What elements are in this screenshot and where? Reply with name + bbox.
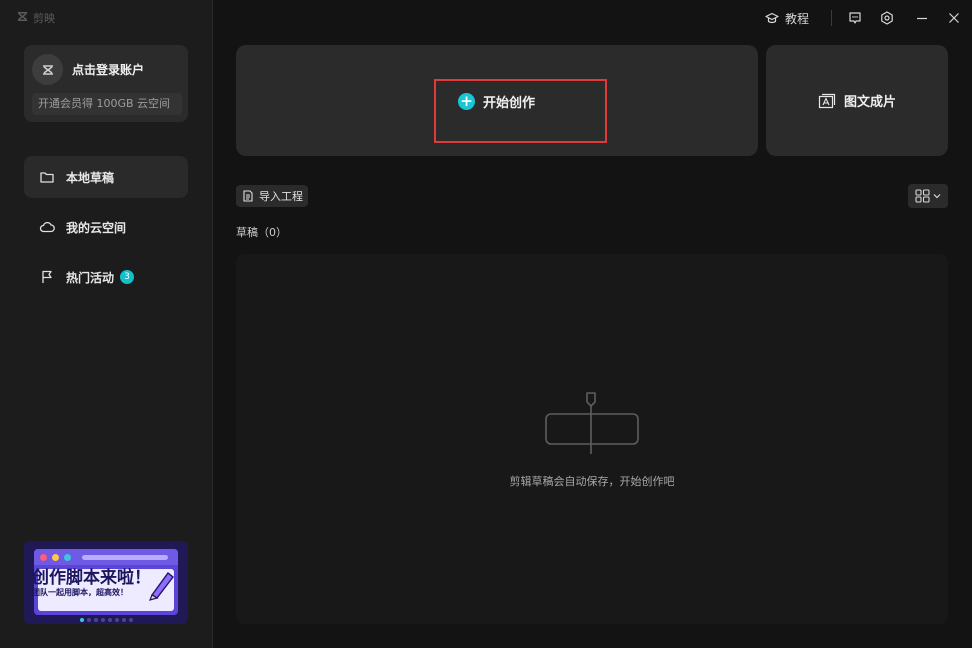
start-creating-label: 开始创作 — [483, 96, 536, 111]
folder-icon — [38, 168, 56, 186]
pagination-dot[interactable] — [100, 618, 105, 622]
pagination-dot[interactable] — [114, 618, 119, 622]
image-text-to-video-card[interactable]: 图文成片 — [766, 45, 948, 156]
plus-icon: + — [458, 93, 475, 110]
app-title-text: 剪映 — [33, 12, 55, 25]
document-icon — [243, 190, 253, 202]
feedback-button[interactable] — [848, 8, 862, 28]
window-dot — [64, 554, 71, 561]
notification-badge: 3 — [120, 270, 135, 284]
tutorial-button[interactable]: 教程 — [765, 8, 809, 28]
sidebar: 剪映 点击登录账户 开通会员得 100GB 云空间 本地草稿 我的云空间 热门活… — [0, 0, 213, 648]
app-logo-icon — [16, 10, 29, 26]
pagination-dot[interactable] — [107, 618, 112, 622]
pagination-dot[interactable] — [79, 618, 84, 622]
image-text-icon — [818, 93, 836, 108]
import-project-label: 导入工程 — [259, 190, 303, 203]
pagination-dot[interactable] — [121, 618, 126, 622]
flag-icon — [38, 268, 56, 286]
grid-view-icon — [915, 189, 930, 203]
empty-state-text: 剪辑草稿会自动保存，开始创作吧 — [509, 475, 675, 488]
chevron-down-icon — [933, 194, 941, 199]
import-project-button[interactable]: 导入工程 — [236, 185, 308, 207]
pagination-dot[interactable] — [93, 618, 98, 622]
account-card[interactable]: 点击登录账户 开通会员得 100GB 云空间 — [24, 45, 188, 122]
pen-icon — [148, 571, 174, 601]
app-window: 剪映 点击登录账户 开通会员得 100GB 云空间 本地草稿 我的云空间 热门活… — [0, 0, 972, 648]
sidebar-item-local-drafts[interactable]: 本地草稿 — [24, 156, 188, 198]
start-creating-button[interactable]: + 开始创作 — [458, 92, 535, 111]
banner-subtitle: 团队一起用脚本，超高效！ — [32, 588, 128, 597]
settings-icon — [881, 11, 893, 25]
login-link[interactable]: 点击登录账户 — [72, 61, 144, 78]
vip-promo[interactable]: 开通会员得 100GB 云空间 — [32, 93, 182, 115]
pagination-dot[interactable] — [128, 618, 133, 622]
close-icon — [949, 13, 959, 23]
avatar[interactable] — [32, 54, 63, 85]
app-title: 剪映 — [16, 10, 55, 26]
minimize-button[interactable] — [915, 8, 929, 28]
view-mode-toggle[interactable] — [908, 184, 948, 208]
drafts-count-label: 草稿（0） — [236, 226, 287, 239]
image-text-label: 图文成片 — [843, 95, 896, 110]
banner-title: 创作脚本来啦！ — [32, 568, 151, 588]
pagination-dot[interactable] — [86, 618, 91, 622]
sidebar-item-label: 热门活动 — [66, 270, 115, 285]
timeline-placeholder-icon — [545, 392, 639, 454]
cloud-icon — [38, 218, 56, 236]
feedback-icon — [849, 12, 861, 24]
banner-pagination[interactable] — [24, 618, 188, 622]
window-dot — [40, 554, 47, 561]
start-creating-card[interactable]: + 开始创作 — [236, 45, 758, 156]
minimize-icon — [917, 17, 927, 20]
sidebar-item-cloud-space[interactable]: 我的云空间 — [24, 206, 188, 248]
tutorial-label: 教程 — [785, 11, 810, 26]
sidebar-item-hot-events[interactable]: 热门活动 3 — [24, 256, 188, 298]
window-dot — [52, 554, 59, 561]
close-button[interactable] — [947, 8, 961, 28]
divider — [831, 10, 832, 26]
drafts-panel: 剪辑草稿会自动保存，开始创作吧 — [236, 254, 948, 624]
capcut-logo-icon — [42, 64, 53, 75]
sidebar-item-label: 我的云空间 — [66, 220, 127, 235]
sidebar-item-label: 本地草稿 — [66, 170, 115, 185]
promo-banner[interactable]: 创作脚本来啦！ 团队一起用脚本，超高效！ — [24, 541, 188, 624]
graduation-cap-icon — [765, 12, 779, 24]
settings-button[interactable] — [880, 8, 894, 28]
